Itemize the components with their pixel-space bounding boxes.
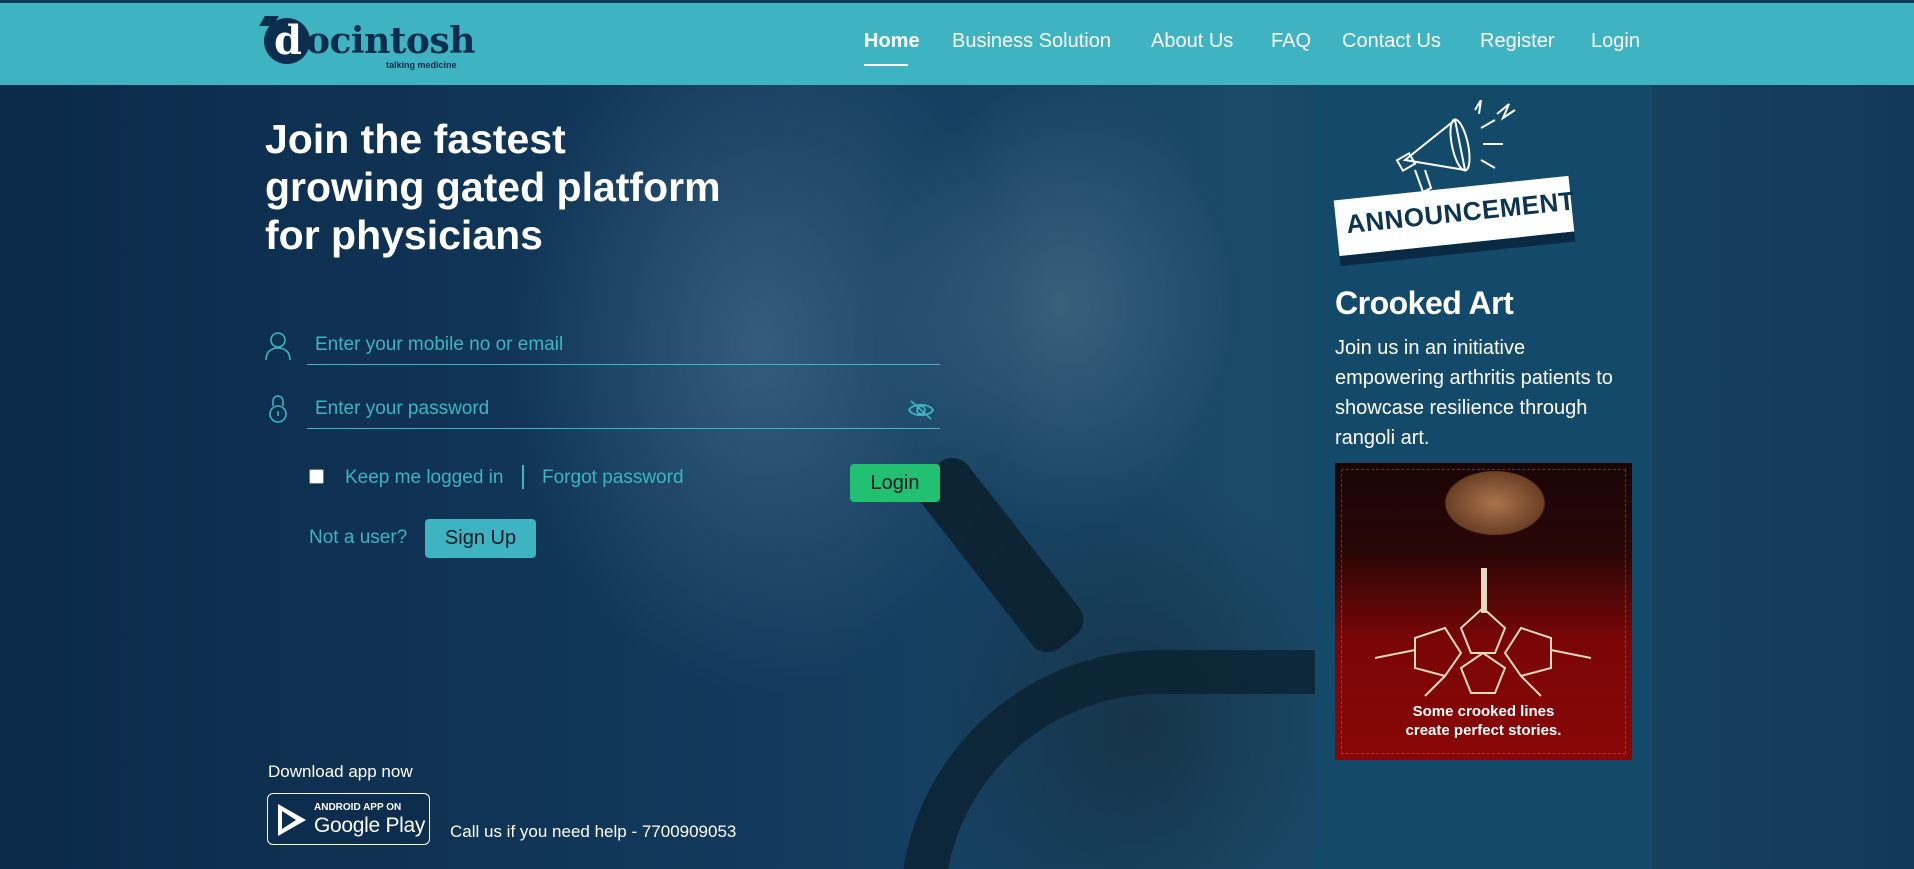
logo-wordmark: ocintosh [306,20,475,62]
rangoli-pattern [1374,606,1592,697]
keep-logged-in-checkbox[interactable] [309,469,324,484]
sign-up-button[interactable]: Sign Up [425,519,536,558]
login-button[interactable]: Login [850,464,940,502]
headline-line-1: Join the fastest [265,116,566,162]
poster-caption-line-2: create perfect stories. [1405,722,1562,739]
download-app-label: Download app now [268,762,413,781]
nav-business-solution[interactable]: Business Solution [952,30,1111,58]
nav-register[interactable]: Register [1480,30,1554,58]
help-phone-text: Call us if you need help - 7700909053 [450,822,737,841]
nav-active-indicator [864,64,908,66]
google-play-icon [278,804,306,836]
logo-tagline: talking medicine [386,60,457,70]
docintosh-logo[interactable]: d ocintosh talking medicine [264,17,475,74]
hands-image [1425,463,1565,573]
password-input[interactable] [307,389,940,429]
store-badge-top: ANDROID APP ON [314,802,402,813]
google-play-badge[interactable]: ANDROID APP ON Google Play [267,793,430,845]
crooked-art-poster[interactable]: Some crooked lines create perfect storie… [1335,463,1632,760]
logo-initial: d [274,17,302,64]
not-user-label: Not a user? [309,527,408,548]
forgot-password-link[interactable]: Forgot password [542,467,684,489]
nav-contact-us[interactable]: Contact Us [1342,30,1441,58]
nav-faq[interactable]: FAQ [1271,30,1311,58]
divider [522,465,524,489]
nav-home[interactable]: Home [864,30,920,58]
store-badge-main: Google Play [314,814,426,837]
mobile-email-input[interactable] [307,325,940,365]
nav-login[interactable]: Login [1591,30,1640,58]
hero-headline: Join the fastest growing gated platform … [265,115,785,259]
poster-caption-line-1: Some crooked lines [1412,703,1555,720]
announcement-body: Join us in an initiative empowering arth… [1335,337,1613,449]
headline-line-2: growing gated platform [265,164,721,210]
eye-off-icon[interactable] [907,398,935,422]
headline-line-3: for physicians [265,212,543,258]
lock-icon [269,395,287,423]
announcement-title: Crooked Art [1335,285,1514,321]
user-icon [265,332,291,361]
keep-logged-in-label[interactable]: Keep me logged in [345,467,503,489]
nav-about-us[interactable]: About Us [1151,30,1233,58]
